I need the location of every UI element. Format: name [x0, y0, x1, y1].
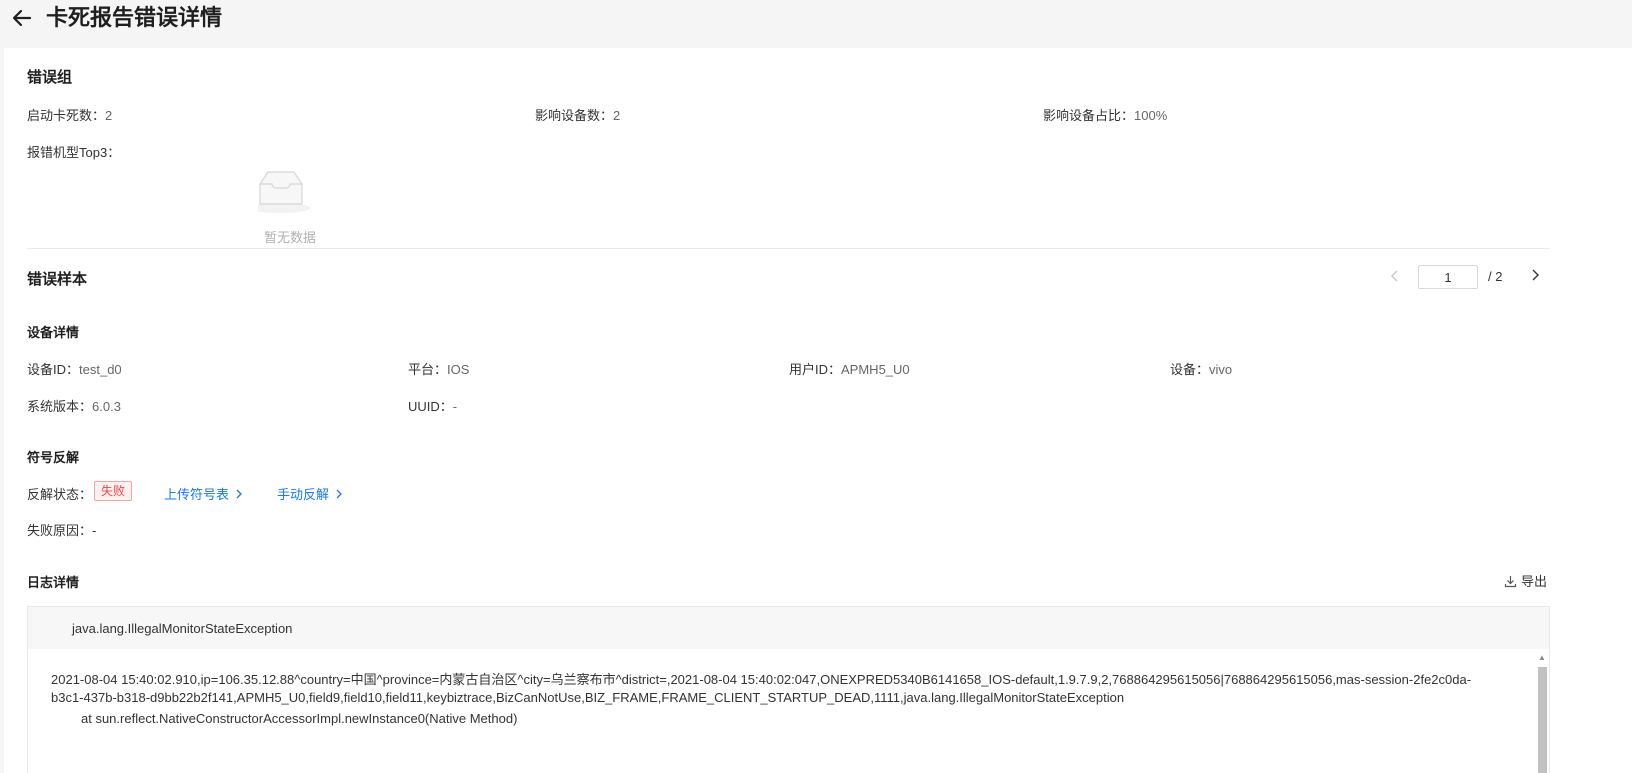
status-badge: 失败 [94, 481, 133, 501]
startup-freeze-stat: 启动卡死数：2 [27, 105, 112, 124]
scroll-up-icon[interactable]: ▲ [1538, 653, 1546, 662]
affected-ratio-stat: 影响设备占比：100% [1043, 105, 1167, 124]
empty-text: 暂无数据 [264, 230, 317, 245]
affected-devices-stat: 影响设备数：2 [535, 105, 620, 124]
page-header: 卡死报告错误详情 [0, 0, 1632, 48]
user-id-field: 用户ID：APMH5_U0 [789, 359, 910, 378]
log-header: java.lang.IllegalMonitorStateException [27, 606, 1550, 650]
divider [27, 248, 1550, 249]
platform-value: IOS [447, 362, 470, 377]
upload-symbols-label: 上传符号表 [164, 487, 230, 502]
startup-freeze-label: 启动卡死数： [27, 108, 106, 123]
uuid-field: UUID：- [408, 396, 457, 415]
device-id-field: 设备ID：test_d0 [27, 359, 122, 378]
device-id-label: 设备ID： [27, 362, 80, 377]
affected-ratio-label: 影响设备占比： [1043, 108, 1135, 123]
failure-reason-value: - [92, 523, 97, 538]
log-line: b3c1-437b-b318-d9bb22b2f141,APMH5_U0,fie… [51, 690, 1125, 705]
os-version-value: 6.0.3 [92, 399, 121, 414]
chevron-left-icon[interactable] [1387, 268, 1405, 286]
upload-symbols-link[interactable]: 上传符号表 [164, 484, 243, 503]
top-models-label: 报错机型Top3： [27, 145, 121, 160]
log-line: at sun.reflect.NativeConstructorAccessor… [81, 711, 518, 726]
chevron-right-icon [335, 487, 343, 502]
log-body[interactable]: 2021-08-04 15:40:02.910,ip=106.35.12.88^… [27, 649, 1550, 773]
scroll-thumb[interactable] [1538, 667, 1547, 773]
exception-name: java.lang.IllegalMonitorStateException [72, 621, 293, 636]
platform-field: 平台：IOS [408, 359, 469, 378]
user-id-value: APMH5_U0 [841, 362, 910, 377]
error-sample-title: 错误样本 [27, 271, 88, 288]
manual-symbolicate-label: 手动反解 [277, 487, 330, 502]
device-label: 设备： [1170, 362, 1210, 377]
export-button[interactable]: 导出 [1504, 571, 1547, 591]
failure-reason-field: 失败原因：- [27, 520, 96, 539]
uuid-value: - [452, 399, 458, 414]
page-title: 卡死报告错误详情 [46, 5, 223, 30]
scrollbar[interactable]: ▲ [1537, 653, 1547, 773]
device-value: vivo [1209, 362, 1233, 377]
device-id-value: test_d0 [79, 362, 122, 377]
affected-devices-value: 2 [613, 108, 621, 123]
user-id-label: 用户ID： [789, 362, 842, 377]
page-number-input[interactable] [1418, 265, 1478, 289]
arrow-left-icon[interactable] [10, 6, 34, 30]
chevron-right-icon[interactable] [1527, 267, 1545, 285]
device-field: 设备：vivo [1170, 359, 1232, 378]
symbolication-status-label: 反解状态： [27, 487, 93, 502]
page-total: / 2 [1488, 269, 1503, 284]
chevron-right-icon [235, 487, 243, 502]
affected-ratio-value: 100% [1134, 108, 1168, 123]
download-icon [1504, 575, 1517, 591]
device-details-title: 设备详情 [27, 325, 80, 340]
log-line: 2021-08-04 15:40:02.910,ip=106.35.12.88^… [51, 672, 1472, 687]
symbolication-title: 符号反解 [27, 450, 80, 465]
empty-inbox-icon [250, 128, 328, 213]
platform-label: 平台： [408, 362, 448, 377]
failure-reason-label: 失败原因： [27, 523, 93, 538]
uuid-label: UUID： [408, 399, 453, 414]
log-details-title: 日志详情 [27, 575, 80, 590]
manual-symbolicate-link[interactable]: 手动反解 [277, 484, 343, 503]
export-label: 导出 [1521, 574, 1548, 589]
os-version-label: 系统版本： [27, 399, 93, 414]
os-version-field: 系统版本：6.0.3 [27, 396, 121, 415]
error-group-title: 错误组 [27, 69, 73, 86]
startup-freeze-value: 2 [105, 108, 113, 123]
affected-devices-label: 影响设备数： [535, 108, 614, 123]
